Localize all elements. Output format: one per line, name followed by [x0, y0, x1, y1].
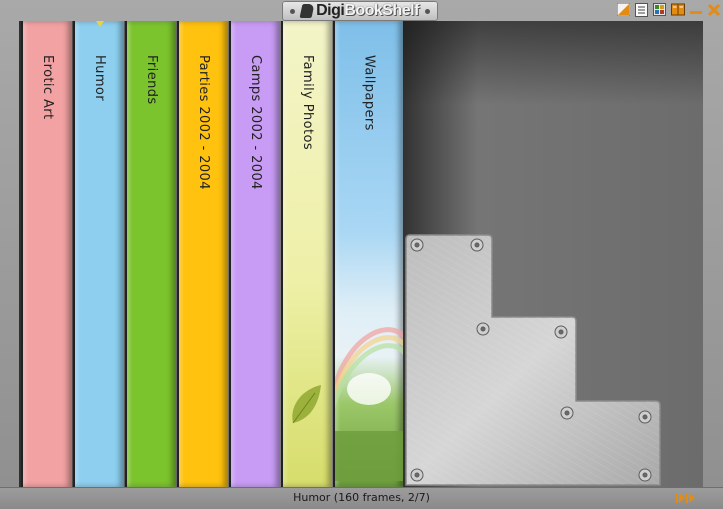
- status-text: Humor (160 frames, 2/7): [293, 491, 430, 504]
- metal-step-plate: [405, 234, 661, 486]
- book-wallpapers[interactable]: Wallpapers: [333, 21, 403, 487]
- leaf-icon: [292, 385, 321, 424]
- chart-icon[interactable]: [616, 2, 631, 17]
- book-camps[interactable]: Camps 2002 - 2004: [229, 21, 280, 487]
- close-icon[interactable]: [706, 2, 721, 17]
- book-title: Camps 2002 - 2004: [248, 55, 263, 190]
- book-family-photos[interactable]: Family Photos: [281, 21, 332, 487]
- logo-right-dot: [424, 8, 430, 14]
- window-controls: [616, 2, 721, 17]
- title-bar[interactable]: DigiBookShelf: [0, 0, 723, 22]
- status-bar: Humor (160 frames, 2/7): [0, 487, 723, 509]
- book-icon[interactable]: [670, 2, 685, 17]
- book-title: Erotic Art: [40, 55, 55, 120]
- document-icon[interactable]: [634, 2, 649, 17]
- resize-grip-icon[interactable]: [675, 491, 695, 505]
- app-title-part1: Digi: [316, 2, 345, 19]
- book-title: Humor: [92, 55, 107, 101]
- app-window: DigiBookShelf Erotic Art Humor Friends P…: [0, 0, 723, 509]
- selected-marker-icon: [95, 21, 104, 27]
- book-title: Family Photos: [300, 55, 315, 151]
- book-logo-icon: [299, 4, 315, 18]
- book-title: Friends: [144, 55, 159, 105]
- book-erotic-art[interactable]: Erotic Art: [21, 21, 72, 487]
- bookshelf: Erotic Art Humor Friends Parties 2002 - …: [19, 21, 703, 487]
- book-friends[interactable]: Friends: [125, 21, 176, 487]
- book-title: Wallpapers: [361, 55, 377, 131]
- book-humor[interactable]: Humor: [73, 21, 124, 487]
- app-title-part2: BookShelf: [344, 2, 419, 19]
- logo-left-dot: [290, 8, 296, 14]
- book-parties[interactable]: Parties 2002 - 2004: [177, 21, 228, 487]
- app-logo: DigiBookShelf: [282, 1, 438, 21]
- book-title: Parties 2002 - 2004: [196, 55, 211, 190]
- app-title: DigiBookShelf: [316, 2, 419, 20]
- wallpaper-rainbow-art: [335, 327, 403, 481]
- image-icon[interactable]: [652, 2, 667, 17]
- minimize-icon[interactable]: [688, 2, 703, 17]
